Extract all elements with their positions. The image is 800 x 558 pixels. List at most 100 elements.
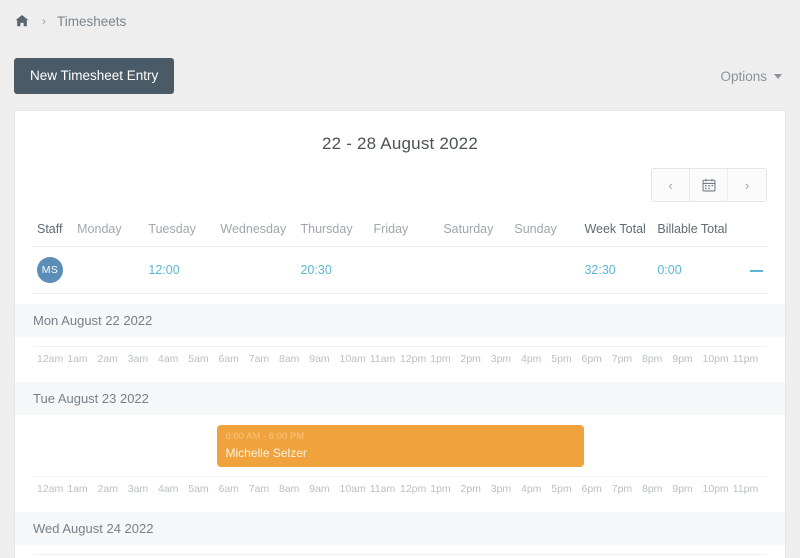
event-lane: 6:00 AM - 6:00 PM Michelle Selzer xyxy=(33,425,767,467)
hour-label: 3pm xyxy=(490,353,512,365)
cell-saturday-hours[interactable] xyxy=(439,246,511,294)
hour-label: 5am xyxy=(188,353,209,365)
hour-label: 12pm xyxy=(400,353,427,365)
cell-week-total[interactable]: 32:30 xyxy=(580,246,654,294)
hour-label: 12am xyxy=(37,483,64,495)
hour-label: 11pm xyxy=(732,353,759,365)
hour-label: 7pm xyxy=(611,483,633,495)
options-label: Options xyxy=(720,68,767,84)
week-nav: ‹ › xyxy=(33,162,767,202)
day-body: 12am1am 2am 3am 4am 5am 6am 7am 8am 9am 10am11am 1… xyxy=(15,346,785,372)
hour-label: 9pm xyxy=(672,353,693,365)
hour-label: 6pm xyxy=(581,353,602,365)
hour-ruler: 12am1am 2am 3am 4am 5am 6am 7am 8am 9am 10am11am 1… xyxy=(33,476,767,502)
hour-label: 5pm xyxy=(551,483,572,495)
hour-label: 3am xyxy=(127,483,149,495)
event-staff-name: Michelle Selzer xyxy=(225,446,307,460)
day-sections: Mon August 22 2022 12am 1am 2am 3am 4am 5am 6am… xyxy=(15,304,785,558)
day-section: Tue August 23 2022 6:00 AM - 6:00 PM Miche… xyxy=(15,382,785,502)
day-section: Wed August 24 2022 12am1am2am3am4am5am6am… xyxy=(15,512,785,558)
hour-label: 8pm xyxy=(642,353,663,365)
cell-billable-total[interactable]: 0:00 xyxy=(653,246,740,294)
options-dropdown[interactable]: Options xyxy=(720,69,782,84)
column-header-monday: Monday xyxy=(73,216,145,247)
breadcrumb-current[interactable]: Timesheets xyxy=(57,14,126,29)
cell-thursday-hours[interactable]: 20:30 xyxy=(296,246,370,294)
hour-label: 9pm xyxy=(672,483,693,495)
table-header-row: Staff Monday Tuesday Wednesday Thursday … xyxy=(33,216,767,247)
cell-tuesday-hours[interactable]: 12:00 xyxy=(144,246,217,294)
avatar[interactable]: MS xyxy=(37,257,63,283)
column-header-staff: Staff xyxy=(33,216,74,247)
hour-label: 1am xyxy=(67,483,88,495)
cell-actions xyxy=(739,246,767,294)
hour-label: 9am xyxy=(309,483,330,495)
timesheet-event-block[interactable]: 6:00 AM - 6:00 PM Michelle Selzer xyxy=(216,425,584,467)
hour-label: 6am xyxy=(218,483,239,495)
cell-monday-hours[interactable] xyxy=(73,246,145,294)
new-timesheet-entry-button[interactable]: New Timesheet Entry xyxy=(14,58,175,94)
hour-label: 8pm xyxy=(642,483,663,495)
hour-ruler: 12am1am2am3am4am5am6am7am8am9am10am11am1… xyxy=(33,554,767,558)
column-header-week-total: Week Total xyxy=(580,216,654,247)
hour-label: 3am xyxy=(127,353,149,365)
calendar-picker-button[interactable] xyxy=(690,169,728,201)
hour-label: 4am xyxy=(158,353,179,365)
hour-label: 10am xyxy=(339,353,366,365)
hour-label: 6am xyxy=(218,353,239,365)
hour-label: 12pm xyxy=(400,483,427,495)
timesheet-card: 22 - 28 August 2022 ‹ › Staff Monday Tue… xyxy=(14,110,786,558)
staff-summary-table: Staff Monday Tuesday Wednesday Thursday … xyxy=(33,216,767,294)
week-range-title: 22 - 28 August 2022 xyxy=(322,134,478,153)
hour-label: 10am xyxy=(339,483,366,495)
cell-friday-hours[interactable] xyxy=(369,246,440,294)
hour-label: 3pm xyxy=(490,483,512,495)
hour-label: 7am xyxy=(248,353,270,365)
hour-label: 11pm xyxy=(732,483,759,495)
column-header-wednesday: Wednesday xyxy=(216,216,297,247)
hour-label: 1pm xyxy=(430,353,451,365)
event-time: 6:00 AM - 6:00 PM xyxy=(225,431,305,442)
column-header-billable-total: Billable Total xyxy=(653,216,740,247)
day-section: Mon August 22 2022 12am 1am 2am 3am 4am 5am 6am… xyxy=(15,304,785,372)
hour-label: 2am xyxy=(97,483,118,495)
hour-label: 1pm xyxy=(430,483,451,495)
column-header-actions xyxy=(739,216,767,247)
column-header-saturday: Saturday xyxy=(439,216,511,247)
hour-label: 1am xyxy=(67,353,88,365)
hour-label: 11am xyxy=(369,483,396,495)
hour-label: 2pm xyxy=(460,353,481,365)
hour-label: 8am xyxy=(279,353,300,365)
column-header-tuesday: Tuesday xyxy=(144,216,217,247)
column-header-sunday: Sunday xyxy=(510,216,581,247)
column-header-thursday: Thursday xyxy=(296,216,370,247)
hour-label: 4pm xyxy=(521,353,542,365)
hour-label: 7pm xyxy=(611,353,633,365)
hour-label: 4am xyxy=(158,483,179,495)
breadcrumb: › Timesheets xyxy=(0,0,800,42)
hour-label: 12am xyxy=(37,353,64,365)
hour-label: 2pm xyxy=(460,483,481,495)
cell-wednesday-hours[interactable] xyxy=(216,246,297,294)
hour-label: 7am xyxy=(248,483,270,495)
week-nav-button-group: ‹ › xyxy=(651,168,767,202)
cell-sunday-hours[interactable] xyxy=(510,246,581,294)
next-week-button[interactable]: › xyxy=(728,169,766,201)
day-header: Wed August 24 2022 xyxy=(15,512,785,545)
hour-label: 2am xyxy=(97,353,118,365)
hour-label: 5am xyxy=(188,483,209,495)
hour-label: 6pm xyxy=(581,483,602,495)
hour-label: 9am xyxy=(309,353,330,365)
day-header: Tue August 23 2022 xyxy=(15,382,785,415)
hour-label: 8am xyxy=(279,483,300,495)
previous-week-button[interactable]: ‹ xyxy=(652,169,690,201)
toolbar: New Timesheet Entry Options xyxy=(0,42,800,110)
home-icon[interactable] xyxy=(14,14,29,29)
day-body: 12am1am2am3am4am5am6am7am8am9am10am11am1… xyxy=(15,554,785,558)
minus-icon[interactable] xyxy=(750,269,763,272)
hour-label: 11am xyxy=(369,353,396,365)
column-header-friday: Friday xyxy=(369,216,440,247)
chevron-down-icon xyxy=(774,73,782,79)
table-row: MS 12:00 20:30 32:30 0:00 xyxy=(33,246,767,294)
hour-label: 4pm xyxy=(521,483,542,495)
